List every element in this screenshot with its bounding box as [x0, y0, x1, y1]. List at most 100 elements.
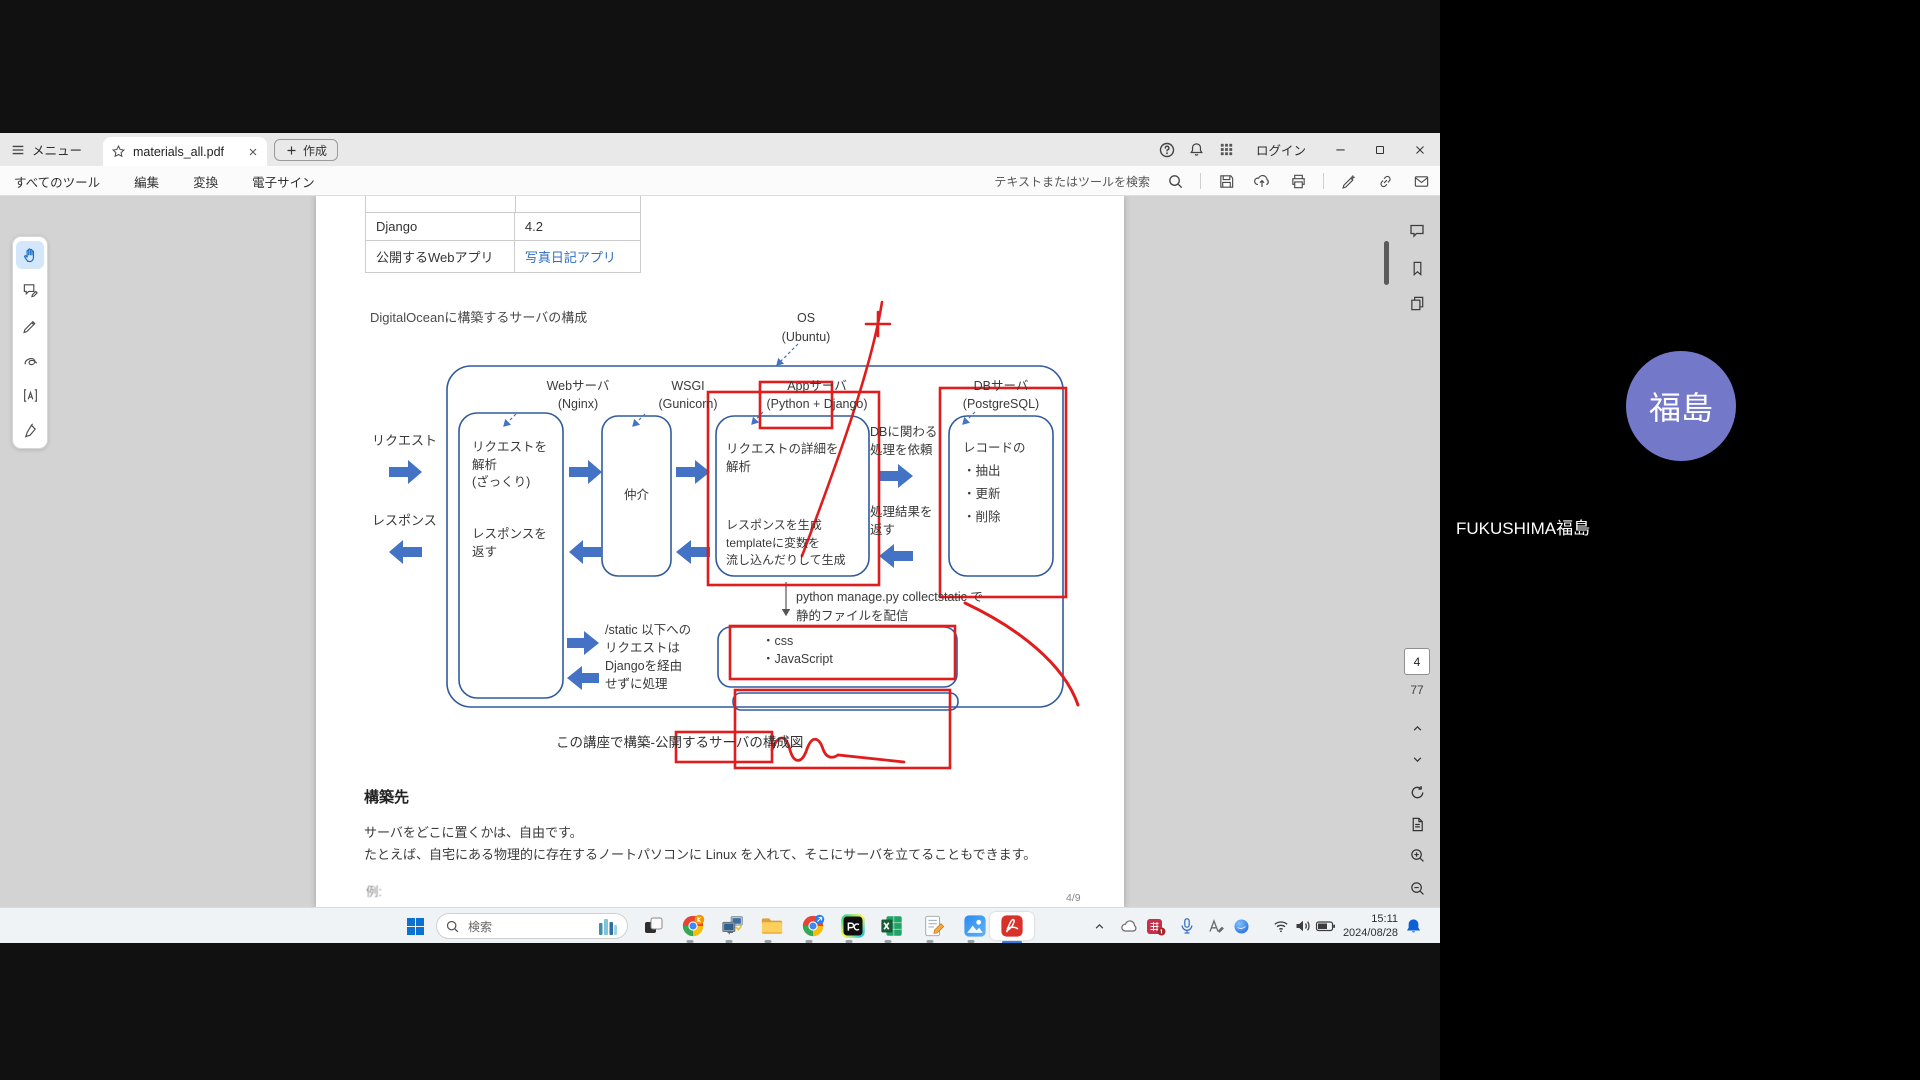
taskbar-file-explorer[interactable]: [759, 913, 785, 939]
hand-tool-button[interactable]: [16, 241, 44, 269]
highlight-tool-button[interactable]: [16, 311, 44, 339]
mail-button[interactable]: [1410, 170, 1432, 192]
login-button[interactable]: ログイン: [1242, 140, 1320, 159]
add-comment-tool-button[interactable]: [16, 276, 44, 304]
plus-icon: [285, 144, 298, 157]
static-box-text: ・css・JavaScript: [762, 632, 833, 668]
window-minimize-button[interactable]: [1320, 133, 1360, 166]
save-button[interactable]: [1215, 170, 1237, 192]
remote-desktop-icon: [721, 914, 745, 938]
search-button[interactable]: [1164, 170, 1186, 192]
bookmarks-panel-button[interactable]: [1405, 256, 1429, 280]
folder-icon: [760, 914, 784, 938]
create-button[interactable]: 作成: [274, 139, 338, 161]
zoom-in-button[interactable]: [1405, 843, 1429, 867]
tool-edit[interactable]: 編集: [134, 172, 159, 191]
draw-tool-button[interactable]: [16, 346, 44, 374]
pdf-page: Django 4.2 公開するWebアプリ 写真日記アプリ: [316, 196, 1124, 907]
taskbar-acrobat[interactable]: [990, 912, 1034, 940]
tab-close-icon[interactable]: [247, 146, 259, 158]
tool-convert[interactable]: 変換: [193, 172, 218, 191]
taskbar-remote-desktop[interactable]: [720, 913, 746, 939]
tab-title: materials_all.pdf: [133, 145, 240, 159]
window-maximize-button[interactable]: [1360, 133, 1400, 166]
web-box-text-top: リクエストを解析(ざっくり): [472, 439, 547, 492]
pdf-viewport: Django 4.2 公開するWebアプリ 写真日記アプリ: [0, 196, 1440, 907]
section-heading: 構築先: [364, 789, 409, 807]
tray-notification-bell[interactable]: [1400, 913, 1426, 939]
page-footer-number: 4/9: [1066, 890, 1081, 907]
document-tab[interactable]: materials_all.pdf: [103, 137, 267, 166]
tray-microphone[interactable]: [1174, 913, 1200, 939]
tray-show-hidden-button[interactable]: [1086, 913, 1112, 939]
tray-meeting-app[interactable]: [1142, 913, 1168, 939]
running-indicator: [687, 940, 694, 943]
zoom-out-button[interactable]: [1405, 876, 1429, 900]
current-page-input[interactable]: 4: [1404, 648, 1430, 675]
running-indicator: [765, 940, 772, 943]
tool-esign[interactable]: 電子サイン: [252, 172, 315, 191]
link-icon: [1377, 173, 1394, 190]
taskbar-search-placeholder: 検索: [468, 918, 589, 935]
star-icon: [111, 144, 126, 159]
notifications-button[interactable]: [1182, 133, 1212, 166]
taskbar-notepad[interactable]: [921, 913, 947, 939]
fill-sign-tool-button[interactable]: [16, 416, 44, 444]
running-indicator: [846, 940, 853, 943]
tray-battery[interactable]: [1312, 913, 1338, 939]
search-icon: [445, 919, 460, 934]
search-icon: [1167, 173, 1184, 190]
window-close-button[interactable]: [1400, 133, 1440, 166]
add-text-tool-button[interactable]: [16, 381, 44, 409]
taskbar-clock[interactable]: 15:11 2024/08/28: [1343, 912, 1398, 940]
task-view-button[interactable]: [640, 913, 666, 939]
bell-icon: [1188, 141, 1205, 158]
tray-ime-pen[interactable]: [1202, 913, 1228, 939]
taskbar-chrome-1[interactable]: [680, 913, 706, 939]
tool-all-tools[interactable]: すべてのツール: [14, 172, 100, 191]
running-indicator: [885, 940, 892, 943]
add-annotation-button[interactable]: [1338, 170, 1360, 192]
app-server-label: Appサーバ(Python + Django): [727, 378, 907, 413]
start-button[interactable]: [402, 913, 428, 939]
taskbar-excel[interactable]: [879, 913, 905, 939]
taskbar-photos[interactable]: [962, 913, 988, 939]
tray-copilot[interactable]: [1228, 913, 1254, 939]
chevron-up-icon: [1410, 721, 1425, 736]
link-button[interactable]: [1374, 170, 1396, 192]
bookmark-icon: [1409, 260, 1426, 277]
comments-panel-button[interactable]: [1405, 219, 1429, 243]
section-cut-line: 例:: [366, 884, 382, 902]
copy-panel-button[interactable]: [1405, 291, 1429, 315]
db-server-label: DBサーバ(PostgreSQL): [936, 378, 1066, 413]
search-highlight-image[interactable]: [597, 917, 619, 935]
bell-filled-icon: [1404, 917, 1423, 936]
speaker-icon: [1294, 917, 1312, 935]
previous-page-button[interactable]: [1405, 716, 1429, 740]
taskbar-pycharm[interactable]: [840, 913, 866, 939]
cloud-upload-button[interactable]: [1251, 170, 1273, 192]
acrobat-toolbar: すべてのツール 編集 変換 電子サイン テキストまたはツールを検索: [0, 166, 1440, 196]
hamburger-icon: [10, 142, 26, 158]
section-line1: サーバをどこに置くかは、自由です。: [364, 824, 583, 842]
scrollbar-thumb[interactable]: [1384, 241, 1389, 285]
taskbar-chrome-2[interactable]: [800, 913, 826, 939]
next-page-button[interactable]: [1405, 747, 1429, 771]
menu-button[interactable]: メニュー: [0, 133, 92, 166]
page-view-button[interactable]: [1405, 812, 1429, 836]
meeting-stage: メニュー materials_all.pdf 作成: [0, 0, 1920, 1080]
help-button[interactable]: [1152, 133, 1182, 166]
menu-label: メニュー: [32, 140, 82, 159]
print-button[interactable]: [1287, 170, 1309, 192]
search-label[interactable]: テキストまたはツールを検索: [994, 173, 1150, 190]
rotate-page-button[interactable]: [1405, 780, 1429, 804]
app-box-text-bottom: レスポンスを生成templateに変数を流し込んだりして生成: [726, 517, 846, 570]
apps-grid-button[interactable]: [1212, 133, 1242, 166]
response-label: レスポンス: [372, 512, 437, 530]
cloud-upload-icon: [1253, 172, 1271, 190]
windows-logo-icon: [406, 917, 425, 936]
tray-onedrive[interactable]: [1115, 913, 1141, 939]
os-label: OS(Ubuntu): [771, 309, 841, 347]
taskbar-search-box[interactable]: 検索: [436, 913, 628, 939]
ime-pen-icon: [1206, 917, 1224, 935]
